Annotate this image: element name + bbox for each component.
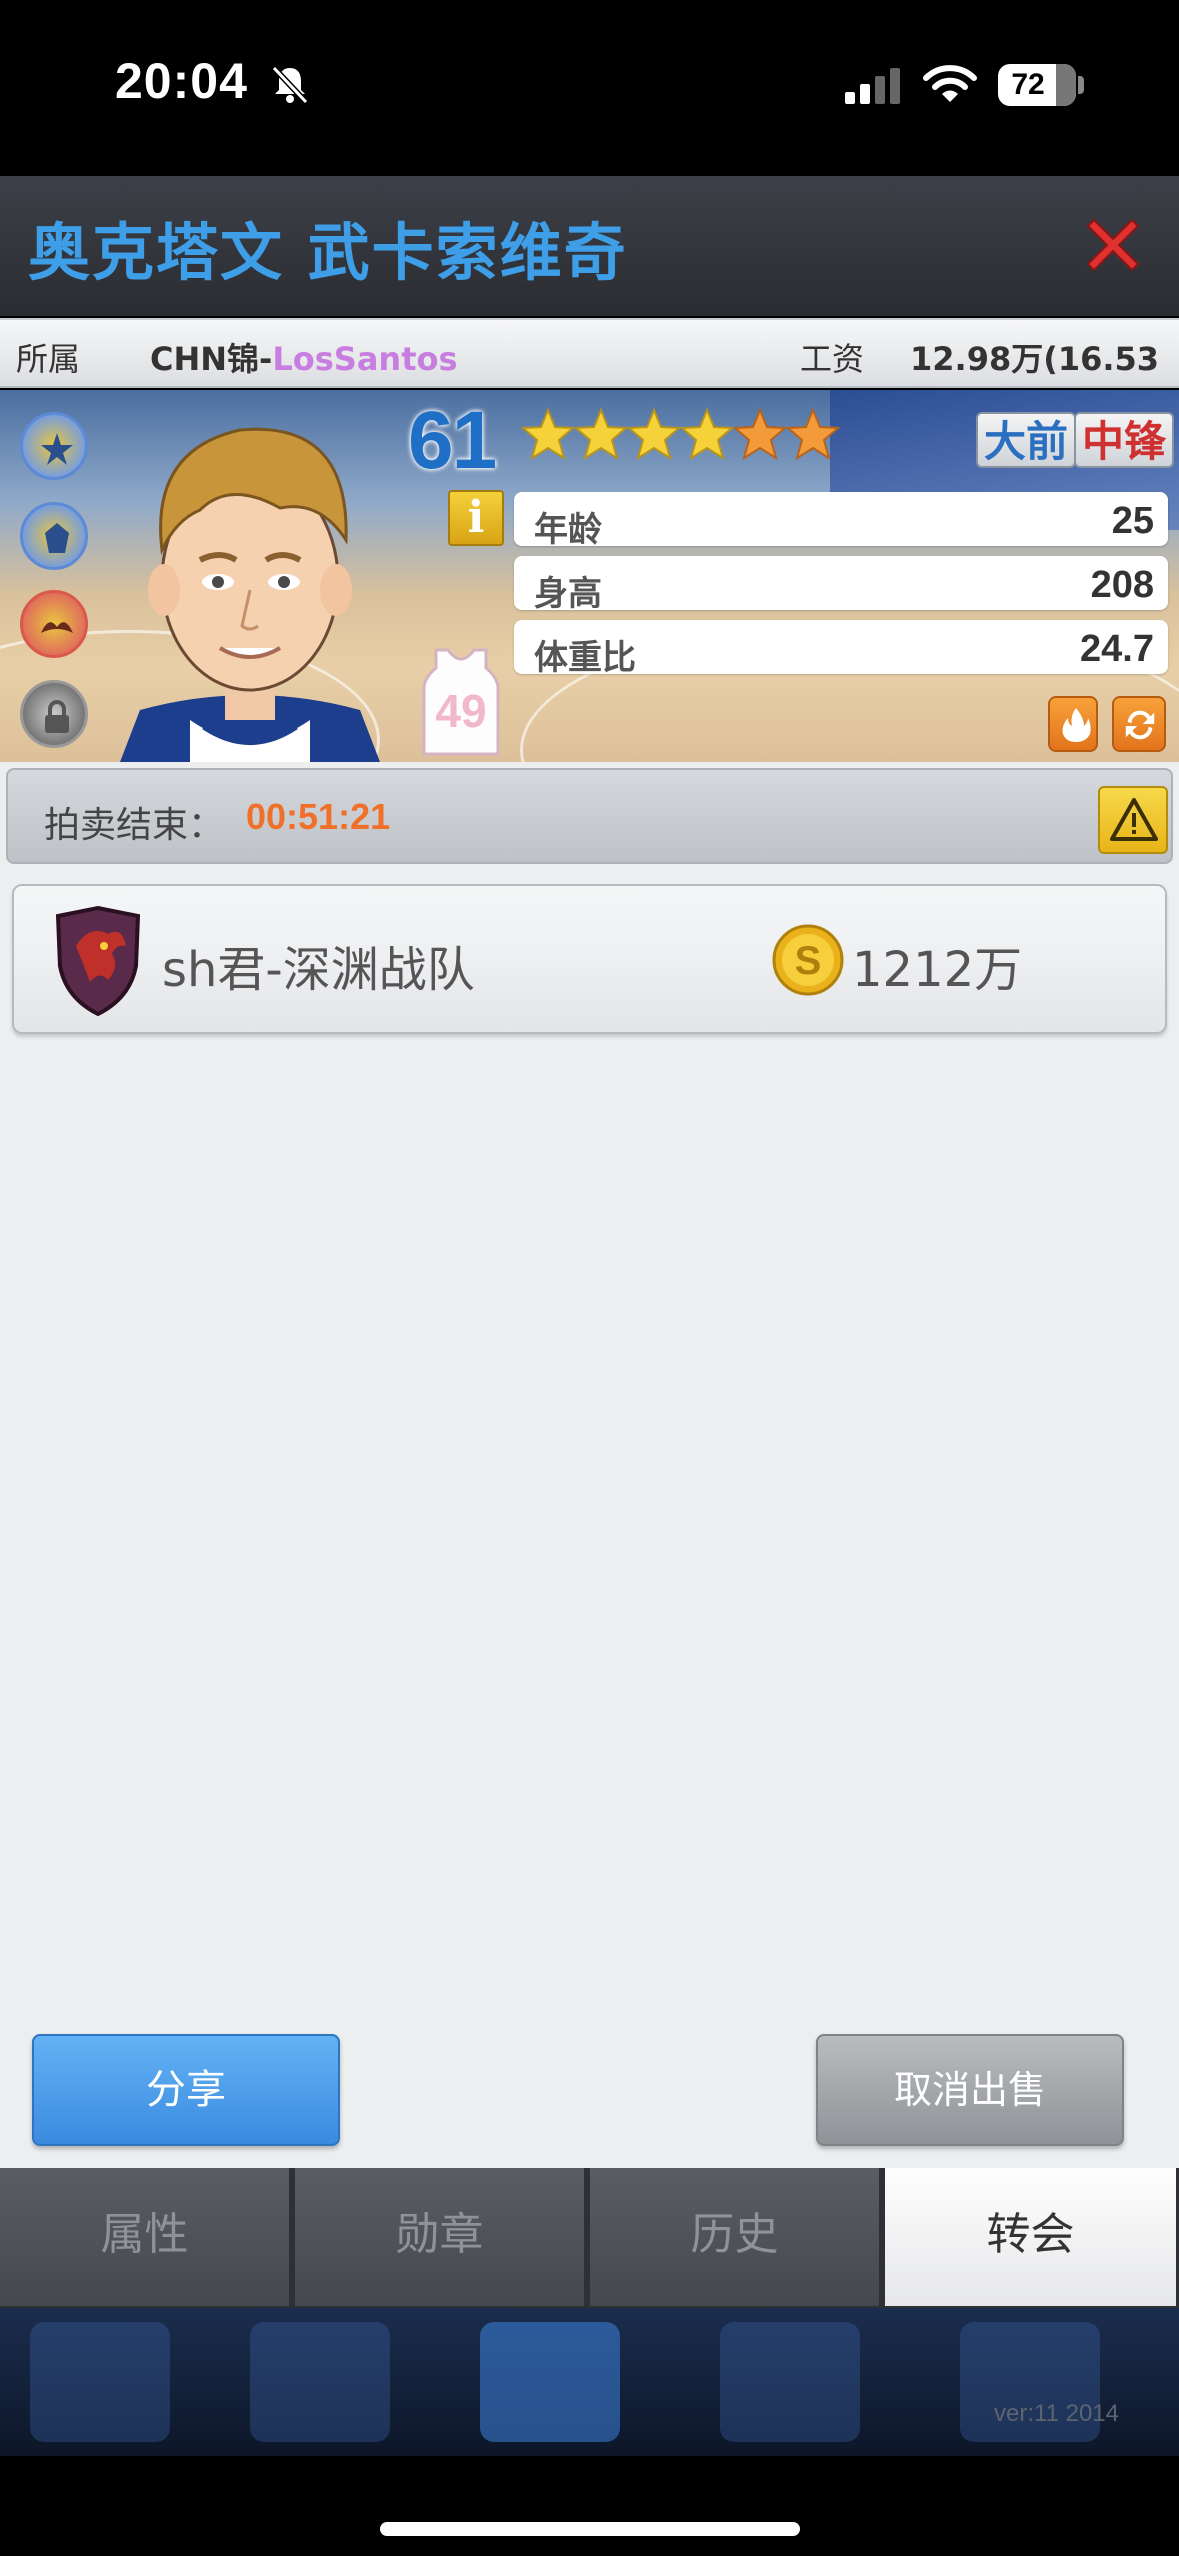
stat-weight-ratio: 体重比 24.7 (514, 620, 1168, 678)
status-bar: 20:04 72 (0, 0, 1179, 176)
share-button[interactable]: 分享 (32, 2034, 340, 2146)
bid-amount: 1212万 (852, 942, 1023, 998)
badge-icon[interactable] (20, 590, 88, 658)
star-icon (679, 407, 735, 461)
stat-value: 25 (1111, 500, 1154, 542)
team-logo-icon (55, 906, 141, 1016)
transfer-panel: 拍卖结束： 00:51:21 sh君-深渊战队 S 1212万 分享 取消出售 (0, 762, 1179, 2168)
player-info-strip: 所属 CHN锦-LosSantos 工资 12.98万(16.53万) (0, 318, 1179, 424)
position-tag: 中锋 (1074, 412, 1175, 468)
close-icon[interactable] (1078, 210, 1148, 280)
auction-countdown: 00:51:21 (246, 796, 391, 837)
bell-muted-icon (271, 65, 309, 105)
home-indicator-area (0, 2456, 1179, 2556)
star-rating (520, 402, 842, 472)
affiliation-value: CHN锦-LosSantos (150, 340, 458, 378)
tab-transfer[interactable]: 转会 (885, 2168, 1179, 2306)
auction-end-label: 拍卖结束： (44, 805, 225, 846)
affiliation-team[interactable]: LosSantos (272, 340, 457, 378)
title-bar: 奥克塔文 武卡索维奇 (0, 176, 1179, 316)
cancel-sale-button[interactable]: 取消出售 (816, 2034, 1124, 2146)
player-card: 49 61 大前 中锋 i 年龄 25 身高 208 体重比 24.7 (0, 390, 1179, 762)
player-rating: 61 (408, 395, 497, 486)
star-icon (785, 407, 842, 461)
stat-label: 年龄 (534, 510, 602, 550)
warning-icon (1110, 798, 1158, 841)
bottom-nav-dimmed: ver:11 2014 (0, 2308, 1179, 2456)
swap-button[interactable] (1112, 696, 1166, 752)
fire-button[interactable] (1048, 696, 1098, 752)
stat-age: 年龄 25 (514, 492, 1168, 550)
refresh-icon (1125, 710, 1155, 740)
star-icon (573, 407, 629, 461)
auction-status-bar: 拍卖结束： 00:51:21 (6, 768, 1173, 864)
badge-icon[interactable] (20, 412, 88, 480)
status-time: 20:04 (115, 53, 248, 109)
salary-label: 工资 (800, 340, 865, 378)
version-label: ver:11 2014 (994, 2400, 1119, 2427)
stat-height: 身高 208 (514, 556, 1168, 614)
tab-bar: 属性 勋章 历史 转会 (0, 2168, 1179, 2308)
home-indicator[interactable] (380, 2522, 800, 2536)
star-icon (626, 407, 682, 461)
svg-text:S: S (795, 939, 822, 983)
info-button[interactable]: i (448, 490, 504, 546)
tab-attributes[interactable]: 属性 (0, 2168, 292, 2306)
coin-icon: S (772, 924, 844, 996)
star-icon (520, 407, 576, 461)
player-avatar (120, 427, 380, 762)
wifi-icon (923, 65, 977, 102)
battery-indicator: 72 (998, 64, 1076, 106)
stat-label: 体重比 (534, 638, 636, 678)
stat-value: 24.7 (1080, 628, 1154, 670)
jersey-number: 49 (435, 685, 487, 737)
stat-label: 身高 (534, 574, 602, 614)
bid-list-item[interactable]: sh君-深渊战队 S 1212万 (12, 884, 1167, 1034)
page-title: 奥克塔文 武卡索维奇 (28, 216, 628, 289)
star-icon (732, 407, 788, 461)
fire-icon (1062, 708, 1091, 742)
battery-level: 72 (1011, 68, 1045, 101)
affiliation-label: 所属 (16, 340, 81, 378)
position-tag: 大前 (976, 412, 1077, 468)
lock-icon[interactable] (20, 680, 88, 748)
badge-icon[interactable] (20, 502, 88, 570)
stat-value: 208 (1090, 564, 1154, 606)
report-button[interactable] (1098, 786, 1168, 854)
bidder-name: sh君-深渊战队 (162, 942, 475, 998)
tab-history[interactable]: 历史 (590, 2168, 882, 2306)
signal-icon (845, 68, 900, 104)
tab-medals[interactable]: 勋章 (295, 2168, 587, 2306)
